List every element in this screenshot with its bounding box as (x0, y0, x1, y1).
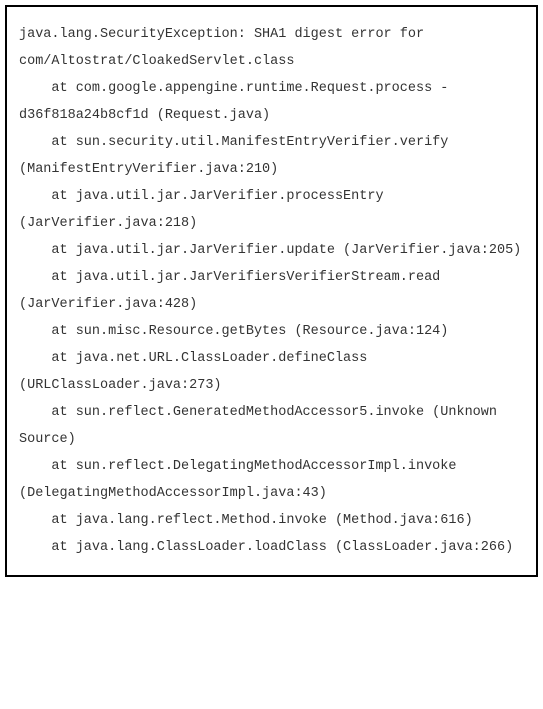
stack-frame: at com.google.appengine.runtime.Request.… (19, 75, 524, 129)
stack-frame: at java.lang.ClassLoader.loadClass (Clas… (19, 534, 524, 561)
stack-frame: at sun.security.util.ManifestEntryVerifi… (19, 129, 524, 183)
stacktrace-container: java.lang.SecurityException: SHA1 digest… (5, 5, 538, 577)
stack-frame: at java.util.jar.JarVerifiersVerifierStr… (19, 264, 524, 318)
stack-frame: at java.util.jar.JarVerifier.processEntr… (19, 183, 524, 237)
stack-frame: at sun.reflect.GeneratedMethodAccessor5.… (19, 399, 524, 453)
stack-frame: at java.util.jar.JarVerifier.update (Jar… (19, 237, 524, 264)
stack-frame: at sun.misc.Resource.getBytes (Resource.… (19, 318, 524, 345)
stack-frame: at java.lang.reflect.Method.invoke (Meth… (19, 507, 524, 534)
exception-header: java.lang.SecurityException: SHA1 digest… (19, 21, 524, 75)
stack-frame: at java.net.URL.ClassLoader.defineClass … (19, 345, 524, 399)
stack-frame: at sun.reflect.DelegatingMethodAccessorI… (19, 453, 524, 507)
